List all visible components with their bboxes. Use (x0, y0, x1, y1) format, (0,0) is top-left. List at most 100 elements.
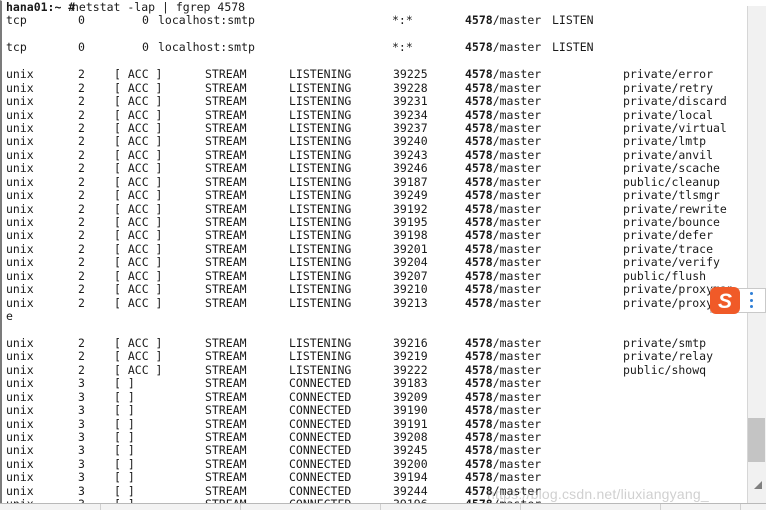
unix-type: STREAM (205, 362, 247, 377)
unix-type: STREAM (205, 80, 247, 95)
unix-state: LISTENING (289, 107, 352, 122)
unix-socket-path: public/showq (623, 362, 707, 377)
unix-rows-group-1: unix 2 [ ACC ] STREAM LISTENING 39225 4578/mas… (2, 67, 745, 310)
frame-tick (100, 504, 101, 510)
unix-state: LISTENING (289, 188, 352, 203)
tcp-proto: tcp (6, 13, 27, 28)
unix-pid-program: 4578/master (465, 349, 542, 364)
unix-proto: unix (6, 147, 34, 162)
unix-type: STREAM (205, 188, 247, 203)
tcp-foreign-address: *:* (392, 40, 413, 55)
tcp-proto: tcp (6, 40, 27, 55)
terminal-output-pane[interactable]: hana01:~ # netstat -lap | fgrep 4578 tcp… (0, 0, 745, 503)
unix-type: STREAM (205, 228, 247, 243)
unix-pid-program: 4578/master (465, 376, 542, 391)
unix-pid-program: 4578/master (465, 215, 542, 229)
unix-proto: unix (6, 443, 34, 458)
unix-flags: [ ] (114, 470, 135, 485)
unix-inode: 39204 (393, 255, 428, 270)
unix-row: unix 2 [ ACC ] STREAM LISTENING 39219 4578/mas… (2, 349, 745, 364)
unix-type: STREAM (205, 376, 247, 391)
unix-refcount: 2 (78, 335, 85, 350)
unix-row: unix 3 [ ] STREAM CONNECTED 39190 4578/master (2, 403, 745, 418)
unix-proto: unix (6, 188, 34, 203)
unix-proto: unix (6, 416, 34, 431)
unix-pid-program: 4578/master (465, 174, 542, 189)
unix-row: unix 2 [ ACC ] STREAM LISTENING 39249 4578/mas… (2, 188, 745, 203)
unix-row: unix 2 [ ACC ] STREAM LISTENING 39246 4578/mas… (2, 161, 745, 176)
unix-socket-path: private/bounce (623, 215, 720, 229)
unix-rows-group-2: unix 2 [ ACC ] STREAM LISTENING 39216 4578/mas… (2, 335, 745, 503)
unix-state: LISTENING (289, 241, 352, 256)
unix-state: LISTENING (289, 147, 352, 162)
ime-menu-dots-icon[interactable] (750, 292, 754, 308)
unix-flags: [ ] (114, 456, 135, 471)
unix-refcount: 3 (78, 443, 85, 458)
unix-type: STREAM (205, 483, 247, 498)
unix-type: STREAM (205, 67, 247, 82)
unix-socket-path: private/smtp (623, 335, 707, 350)
ime-dot (750, 305, 753, 308)
unix-inode: 39201 (393, 241, 428, 256)
wrapped-text: e (6, 309, 13, 324)
unix-pid-program: 4578/master (465, 201, 542, 216)
unix-state: CONNECTED (289, 416, 352, 431)
unix-pid-program: 4578/master (465, 107, 542, 122)
unix-pid-program: 4578/master (465, 67, 542, 82)
unix-row: unix 3 [ ] STREAM CONNECTED 39200 4578/master (2, 456, 745, 471)
unix-refcount: 2 (78, 241, 85, 256)
unix-flags: [ ACC ] (114, 282, 163, 297)
resize-grip-icon[interactable] (749, 477, 765, 493)
unix-state: LISTENING (289, 215, 352, 229)
unix-socket-path: private/tlsmgr (623, 188, 720, 203)
vertical-scrollbar-thumb[interactable] (748, 418, 765, 462)
unix-state: CONNECTED (289, 483, 352, 498)
vertical-scrollbar-track[interactable] (747, 0, 766, 503)
sogou-logo-icon[interactable]: S (708, 285, 742, 316)
unix-inode: 39207 (393, 268, 428, 283)
unix-flags: [ ACC ] (114, 107, 163, 122)
unix-type: STREAM (205, 161, 247, 176)
unix-proto: unix (6, 134, 34, 149)
unix-pid-program: 4578/master (465, 188, 542, 203)
unix-state: CONNECTED (289, 376, 352, 391)
unix-flags: [ ACC ] (114, 201, 163, 216)
unix-refcount: 2 (78, 282, 85, 297)
unix-type: STREAM (205, 389, 247, 404)
unix-pid-program: 4578/master (465, 389, 542, 404)
tcp-sendq: 0 (142, 40, 149, 55)
unix-refcount: 2 (78, 80, 85, 95)
unix-refcount: 2 (78, 107, 85, 122)
unix-pid-program: 4578/master (465, 228, 542, 243)
unix-proto: unix (6, 67, 34, 82)
unix-state: LISTENING (289, 295, 352, 310)
unix-inode: 39187 (393, 174, 428, 189)
unix-proto: unix (6, 362, 34, 377)
unix-row: unix 2 [ ACC ] STREAM LISTENING 39192 4578/mas… (2, 201, 745, 216)
unix-socket-path: private/rewrite (623, 201, 727, 216)
unix-type: STREAM (205, 201, 247, 216)
unix-type: STREAM (205, 268, 247, 283)
unix-pid-program: 4578/master (465, 470, 542, 485)
unix-refcount: 3 (78, 470, 85, 485)
unix-pid-program: 4578/master (465, 268, 542, 283)
unix-inode: 39246 (393, 161, 428, 176)
unix-proto: unix (6, 215, 34, 229)
unix-type: STREAM (205, 443, 247, 458)
unix-pid-program: 4578/master (465, 403, 542, 418)
unix-proto: unix (6, 174, 34, 189)
unix-state: CONNECTED (289, 443, 352, 458)
tcp-local-address: localhost:smtp (158, 40, 255, 55)
unix-row: unix 2 [ ACC ] STREAM LISTENING 39222 4578/mas… (2, 362, 745, 377)
unix-flags: [ ] (114, 430, 135, 444)
tcp-recvq: 0 (78, 13, 85, 28)
shell-prompt: hana01:~ # (6, 0, 83, 14)
frame-tick (660, 504, 661, 510)
unix-refcount: 2 (78, 201, 85, 216)
unix-inode: 39231 (393, 94, 428, 109)
unix-row: unix 3 [ ] STREAM CONNECTED 39209 4578/master (2, 389, 745, 404)
unix-flags: [ ACC ] (114, 94, 163, 109)
tcp-foreign-address: *:* (392, 13, 413, 28)
unix-refcount: 3 (78, 483, 85, 498)
